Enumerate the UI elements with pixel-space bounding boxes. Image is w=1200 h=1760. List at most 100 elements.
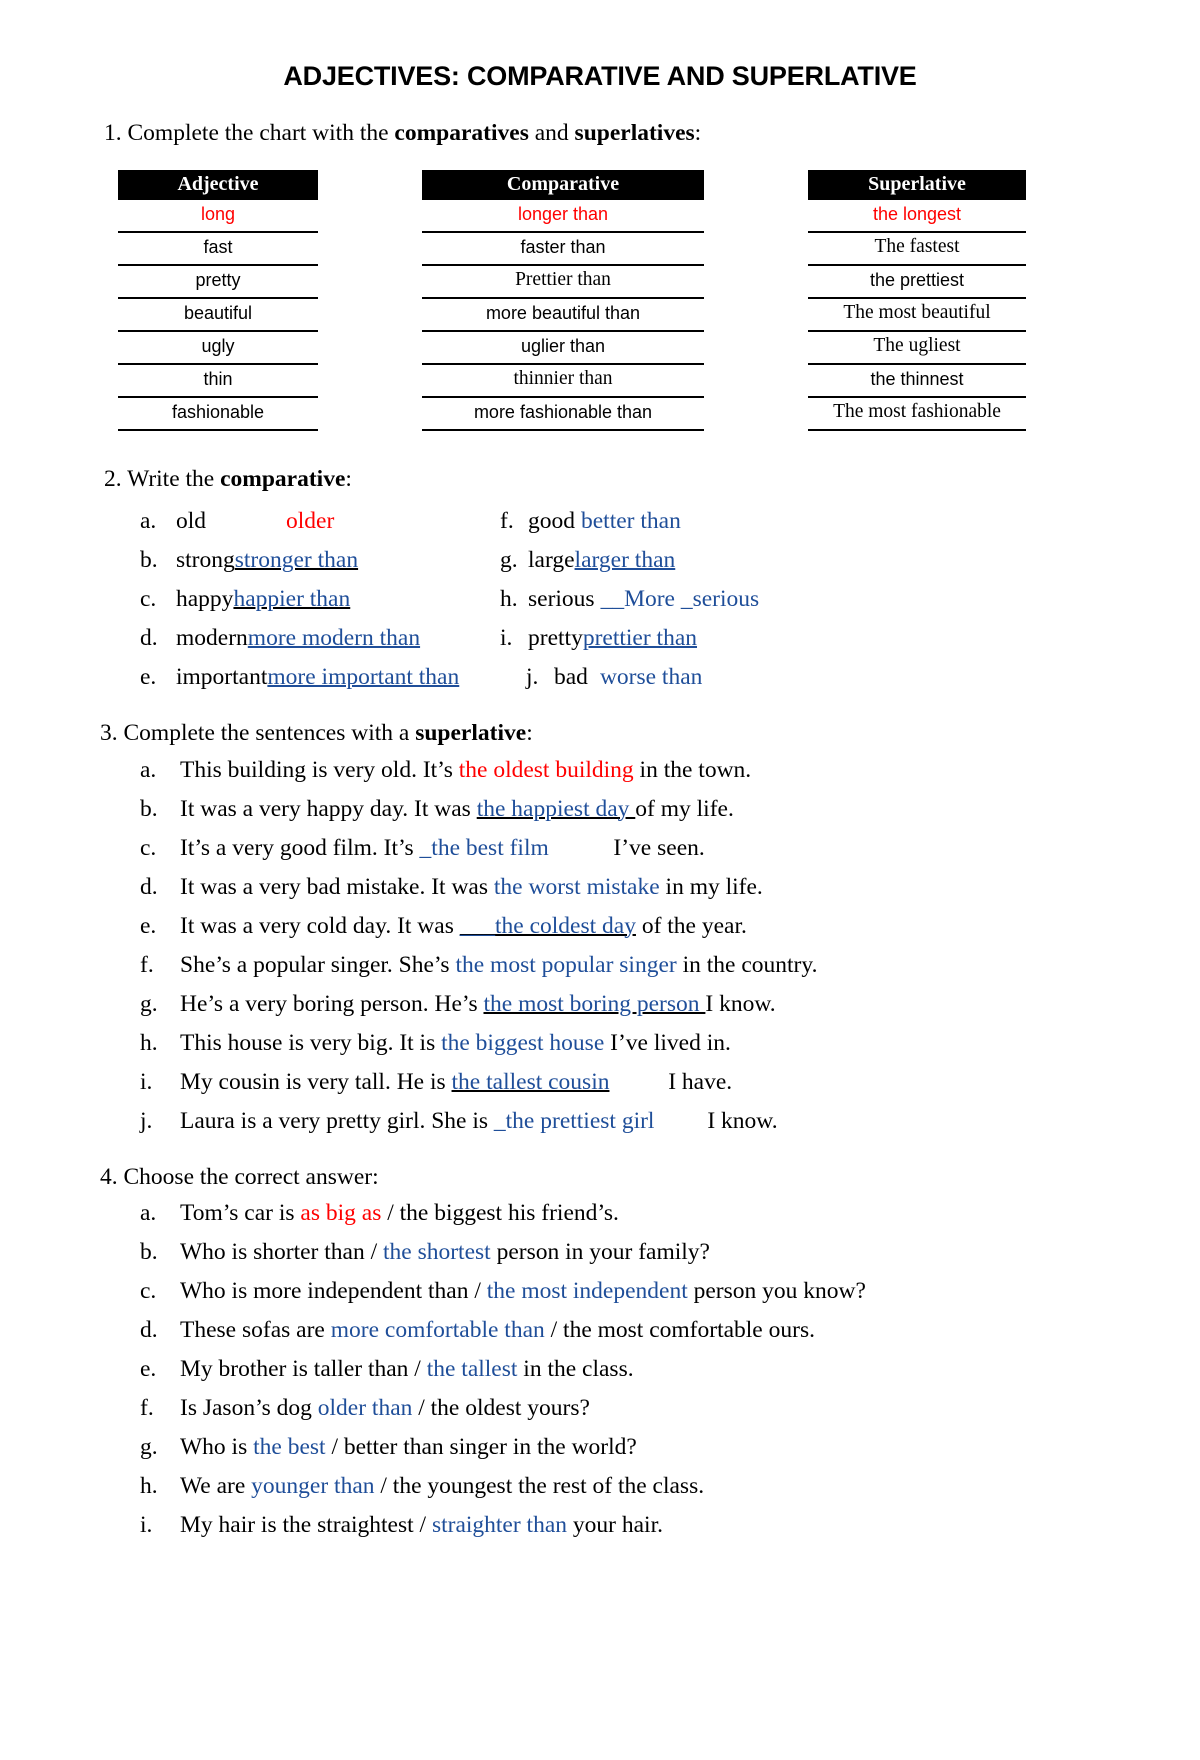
exercise3-instruction-bold: superlative xyxy=(415,720,527,747)
chart-cell-superlative: The most beautiful xyxy=(808,299,1026,333)
sentence-before: Who is more independent than / xyxy=(180,1278,487,1305)
sentence-before: These sofas are xyxy=(180,1317,331,1344)
item-choice[interactable]: younger than xyxy=(251,1473,374,1499)
sentence-before: It was a very happy day. It was xyxy=(180,795,477,822)
item-sentence: It’s a very good film. It’s _the best fi… xyxy=(180,835,705,862)
item-blank[interactable]: ________ xyxy=(675,547,769,574)
exercise3-item-f: f. She’s a popular singer. She’s the mos… xyxy=(140,952,1200,991)
item-blank[interactable]: _______ xyxy=(697,625,779,652)
exercise1-instruction-bold-comparatives: comparatives xyxy=(394,119,529,146)
sentence-before: My brother is taller than / xyxy=(180,1356,427,1383)
item-answer[interactable]: the oldest building xyxy=(459,757,634,783)
item-blank[interactable]: ____ xyxy=(654,1108,701,1134)
exercise4-item-i: i. My hair is the straightest / straight… xyxy=(140,1512,1200,1551)
item-sentence: He’s a very boring person. He’s the most… xyxy=(180,991,776,1018)
item-label: c. xyxy=(140,1278,157,1305)
sentence-after: in the country. xyxy=(676,951,818,978)
item-sentence: We are younger than / the youngest the r… xyxy=(180,1473,704,1500)
chart-cell-superlative: the prettiest xyxy=(808,266,1026,300)
chart-cell-adjective: thin xyxy=(118,365,318,399)
item-answer[interactable]: ___the coldest day xyxy=(460,913,636,939)
item-answer[interactable]: the biggest house xyxy=(441,1030,610,1056)
item-sentence: Is Jason’s dog older than / the oldest y… xyxy=(180,1395,590,1422)
item-answer[interactable]: more important than xyxy=(267,664,459,691)
item-blank[interactable]: ____ xyxy=(759,586,806,613)
item-choice[interactable]: older than xyxy=(318,1395,413,1421)
item-sentence: My cousin is very tall. He is the talles… xyxy=(180,1069,732,1096)
item-sentence: Who is the best / better than singer in … xyxy=(180,1434,637,1461)
item-answer[interactable]: _the best film xyxy=(420,835,549,861)
item-sentence: This house is very big. It is the bigges… xyxy=(180,1030,731,1057)
chart-cell-comparative: more beautiful than xyxy=(422,299,704,333)
chart-cell-adjective: long xyxy=(118,200,318,234)
item-label: b. xyxy=(140,1239,158,1266)
exercise2-instruction: 2. Write the comparative: xyxy=(0,465,1200,494)
item-choice[interactable]: more comfortable than xyxy=(331,1317,545,1343)
chart-cell-adjective: beautiful xyxy=(118,299,318,333)
item-answer[interactable]: worse than xyxy=(600,664,702,691)
chart-header-comparative: Comparative xyxy=(422,170,704,201)
sentence-after: I’ve lived in. xyxy=(610,1029,731,1056)
sentence-after: I’ve seen. xyxy=(607,834,705,861)
item-answer[interactable]: the most popular singer xyxy=(455,952,676,978)
item-label: g. xyxy=(500,547,518,574)
item-answer[interactable]: the worst mistake xyxy=(494,874,660,900)
item-blank[interactable]: _____ xyxy=(609,1069,668,1095)
chart-cell-adjective: fast xyxy=(118,233,318,267)
item-label: f. xyxy=(500,508,514,535)
chart-header-adjective: Adjective xyxy=(118,170,318,201)
item-word: pretty xyxy=(528,625,583,652)
item-sentence: She’s a popular singer. She’s the most p… xyxy=(180,952,817,979)
item-answer[interactable]: prettier than xyxy=(583,625,697,652)
sentence-after: / the oldest yours? xyxy=(412,1395,590,1422)
exercise2-row: d. modern more modern than i. pretty pre… xyxy=(140,625,1200,664)
item-label: e. xyxy=(140,912,157,939)
sentence-before: Is Jason’s dog xyxy=(180,1395,318,1422)
exercise3-list: a. This building is very old. It’s the o… xyxy=(0,757,1200,1147)
sentence-before: He’s a very boring person. He’s xyxy=(180,990,484,1017)
item-word: important xyxy=(176,664,268,691)
exercise1-instruction-prefix: 1. Complete the chart with the xyxy=(104,119,395,146)
item-label: c. xyxy=(140,834,157,861)
chart-cell-superlative: The ugliest xyxy=(808,332,1026,366)
item-answer[interactable]: older xyxy=(286,508,334,535)
item-answer[interactable]: more modern than xyxy=(248,625,420,652)
item-choice[interactable]: as big as xyxy=(300,1200,381,1226)
item-sentence: Who is shorter than / the shortest perso… xyxy=(180,1239,710,1266)
sentence-after: / the youngest the rest of the class. xyxy=(374,1473,705,1500)
item-answer[interactable]: happier than xyxy=(233,586,350,613)
item-word: large xyxy=(528,547,575,574)
item-answer[interactable]: __More _serious xyxy=(601,586,760,613)
exercise2-item-e: e. important more important than xyxy=(140,664,500,691)
item-blank[interactable]: _____ xyxy=(549,835,608,861)
exercise2-row: a. old older f. good better than xyxy=(140,508,1200,547)
item-sentence: It was a very bad mistake. It was the wo… xyxy=(180,874,763,901)
item-label: c. xyxy=(140,586,157,613)
exercise2-item-j: j. bad worse than xyxy=(526,664,702,691)
chart-column-superlative: Superlative the longest The fastest the … xyxy=(808,170,1026,432)
exercise2-list: a. old older f. good better than b. stro… xyxy=(0,508,1200,703)
item-label: j. xyxy=(140,1107,153,1134)
item-choice[interactable]: the tallest xyxy=(427,1356,518,1382)
item-answer[interactable]: the most boring person xyxy=(483,991,705,1017)
exercise1-instruction-bold-superlatives: superlatives xyxy=(574,119,695,146)
exercise2-item-c: c. happy happier than xyxy=(140,586,500,613)
chart-cell-comparative: longer than xyxy=(422,200,704,234)
item-answer[interactable]: _the prettiest girl xyxy=(494,1108,655,1134)
sentence-after: I know. xyxy=(705,990,776,1017)
item-answer[interactable]: larger than xyxy=(575,547,676,574)
item-word: modern xyxy=(176,625,248,652)
item-choice[interactable]: the most independent xyxy=(487,1278,688,1304)
item-choice[interactable]: the best xyxy=(253,1434,325,1460)
item-answer[interactable]: the tallest cousin xyxy=(452,1069,610,1095)
item-answer[interactable]: better than xyxy=(581,508,681,535)
item-sentence: My brother is taller than / the tallest … xyxy=(180,1356,634,1383)
item-answer[interactable]: the happiest day xyxy=(477,796,636,822)
item-choice[interactable]: straighter than xyxy=(432,1512,567,1538)
item-answer[interactable]: stronger than xyxy=(235,547,358,574)
exercise2-instruction-prefix: 2. Write the xyxy=(104,466,221,493)
item-choice[interactable]: the shortest xyxy=(383,1239,491,1265)
sentence-before: We are xyxy=(180,1473,252,1500)
exercise2-instruction-suffix: : xyxy=(345,466,352,493)
page-title: ADJECTIVES: COMPARATIVE AND SUPERLATIVE xyxy=(283,61,917,91)
